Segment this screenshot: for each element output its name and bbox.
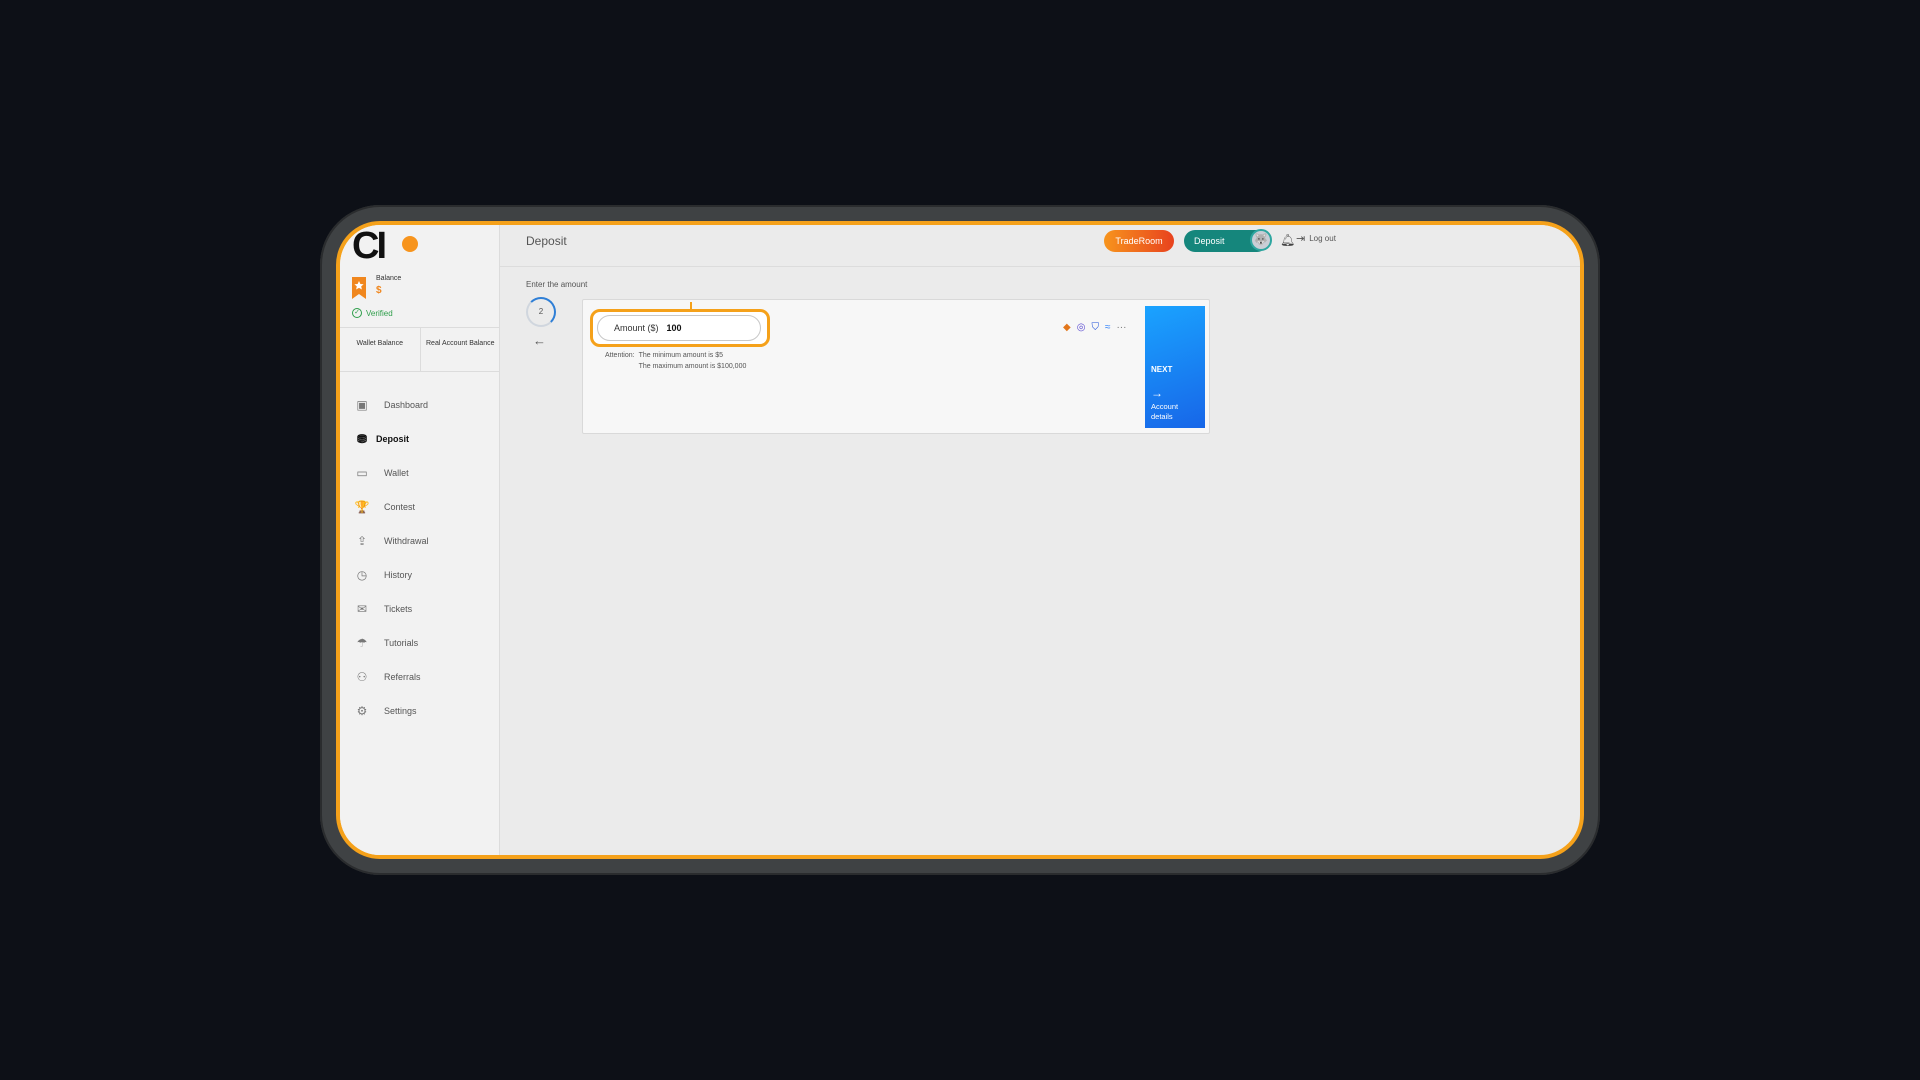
coinbase-icon[interactable]: ≈	[1105, 322, 1111, 333]
logo[interactable]: CI	[352, 225, 422, 267]
sidebar-item-label: Tickets	[384, 604, 413, 614]
sidebar-item-tickets[interactable]: ✉ Tickets	[354, 592, 494, 626]
deposit-icon: ⛃	[356, 432, 368, 446]
app-screen: CI Balance $ ✓ Verified Wallet Balance R…	[336, 221, 1584, 859]
callout-line	[690, 302, 692, 312]
amount-value: 100	[666, 323, 682, 333]
tab-real-account-balance[interactable]: Real Account Balance	[419, 328, 501, 371]
sidebar-nav: ▣ Dashboard ⛃ Deposit ▭ Wallet 🏆 Contest ⇪ Withdr…	[354, 388, 494, 728]
step-indicator: 2	[526, 297, 556, 327]
sidebar-item-label: Settings	[384, 706, 417, 716]
sidebar-item-label: Dashboard	[384, 400, 429, 410]
shield-wallet-icon[interactable]: ⛉	[1091, 322, 1099, 333]
sidebar-item-label: Referrals	[384, 672, 421, 682]
metamask-icon[interactable]: ◆	[1063, 322, 1071, 333]
amount-input[interactable]: Amount ($) 100	[597, 315, 761, 341]
sidebar-item-tutorials[interactable]: ☂ Tutorials	[354, 626, 494, 660]
withdrawal-icon: ⇪	[356, 534, 368, 548]
deposit-card: Amount ($) 100 Attention: The minimum am…	[582, 299, 1210, 434]
tutorials-icon: ☂	[356, 636, 368, 650]
sidebar-item-withdrawal[interactable]: ⇪ Withdrawal	[354, 524, 494, 558]
logo-dot	[402, 236, 418, 252]
amount-label: Amount ($)	[614, 323, 659, 333]
arrow-right-icon: →	[1151, 386, 1163, 400]
verified-label: Verified	[366, 308, 393, 318]
payment-methods: ◆ ◎ ⛉ ≈ ···	[1063, 322, 1126, 333]
attention-max: The maximum amount is $100,000	[638, 363, 747, 370]
sidebar-item-label: Tutorials	[384, 638, 419, 648]
attention-min: The minimum amount is $5	[638, 352, 723, 359]
wallet-connect-icon[interactable]: ◎	[1077, 322, 1086, 333]
referrals-icon: ⚇	[356, 670, 368, 684]
topbar: Deposit TradeRoom Deposit 🐺 🔔︎ ⇥ Log out	[500, 225, 1580, 267]
verified-status: ✓ Verified	[352, 308, 393, 318]
back-arrow-icon[interactable]: ←	[533, 333, 546, 348]
sidebar: CI Balance $ ✓ Verified Wallet Balance R…	[340, 225, 500, 855]
balance-tabs: Wallet Balance Real Account Balance	[340, 327, 500, 372]
sidebar-item-label: History	[384, 570, 413, 580]
sidebar-item-deposit[interactable]: ⛃ Deposit	[354, 422, 494, 456]
tickets-icon: ✉	[356, 602, 368, 616]
sidebar-item-label: Withdrawal	[384, 536, 429, 546]
enter-amount-label: Enter the amount	[526, 280, 588, 289]
next-label: NEXT	[1151, 364, 1173, 374]
sidebar-item-settings[interactable]: ⚙ Settings	[354, 694, 494, 728]
sidebar-item-label: Deposit	[376, 434, 410, 444]
balance-value: $	[376, 285, 382, 296]
dashboard-icon: ▣	[356, 398, 368, 412]
sidebar-item-referrals[interactable]: ⚇ Referrals	[354, 660, 494, 694]
sidebar-item-label: Contest	[384, 502, 416, 512]
logout-icon: ⇥	[1296, 233, 1306, 245]
attention-label: Attention:	[605, 352, 635, 359]
sidebar-item-wallet[interactable]: ▭ Wallet	[354, 456, 494, 490]
sidebar-item-dashboard[interactable]: ▣ Dashboard	[354, 388, 494, 422]
check-circle-icon: ✓	[352, 308, 362, 318]
page-title: Deposit	[526, 234, 567, 248]
traderoom-button[interactable]: TradeRoom	[1104, 230, 1174, 252]
history-icon: ◷	[356, 568, 368, 582]
next-button[interactable]: NEXT → Account details	[1145, 306, 1205, 428]
more-icon[interactable]: ···	[1116, 322, 1126, 333]
settings-icon: ⚙	[356, 704, 368, 718]
sidebar-item-history[interactable]: ◷ History	[354, 558, 494, 592]
device-frame: CI Balance $ ✓ Verified Wallet Balance R…	[320, 205, 1600, 875]
trophy-icon: 🏆	[354, 500, 370, 514]
bell-icon[interactable]: 🔔︎	[1280, 233, 1295, 247]
badge-icon	[352, 277, 366, 299]
sidebar-item-contest[interactable]: 🏆 Contest	[354, 490, 494, 524]
sidebar-item-label: Wallet	[384, 468, 409, 478]
balance-label: Balance	[376, 275, 402, 282]
main-content: Enter the amount 2 ← Amount ($) 100 Atte…	[500, 267, 1580, 855]
attention-note: Attention: The minimum amount is $5 The …	[605, 350, 746, 372]
next-sublabel: Account details	[1151, 402, 1179, 421]
wallet-icon: ▭	[356, 466, 368, 480]
amount-highlight: Amount ($) 100	[590, 302, 770, 347]
logo-letters: CI	[352, 225, 387, 267]
avatar[interactable]: 🐺	[1250, 229, 1272, 251]
logout-button[interactable]: ⇥ Log out	[1296, 232, 1336, 245]
tab-wallet-balance[interactable]: Wallet Balance	[340, 328, 420, 371]
logout-label: Log out	[1309, 234, 1336, 243]
